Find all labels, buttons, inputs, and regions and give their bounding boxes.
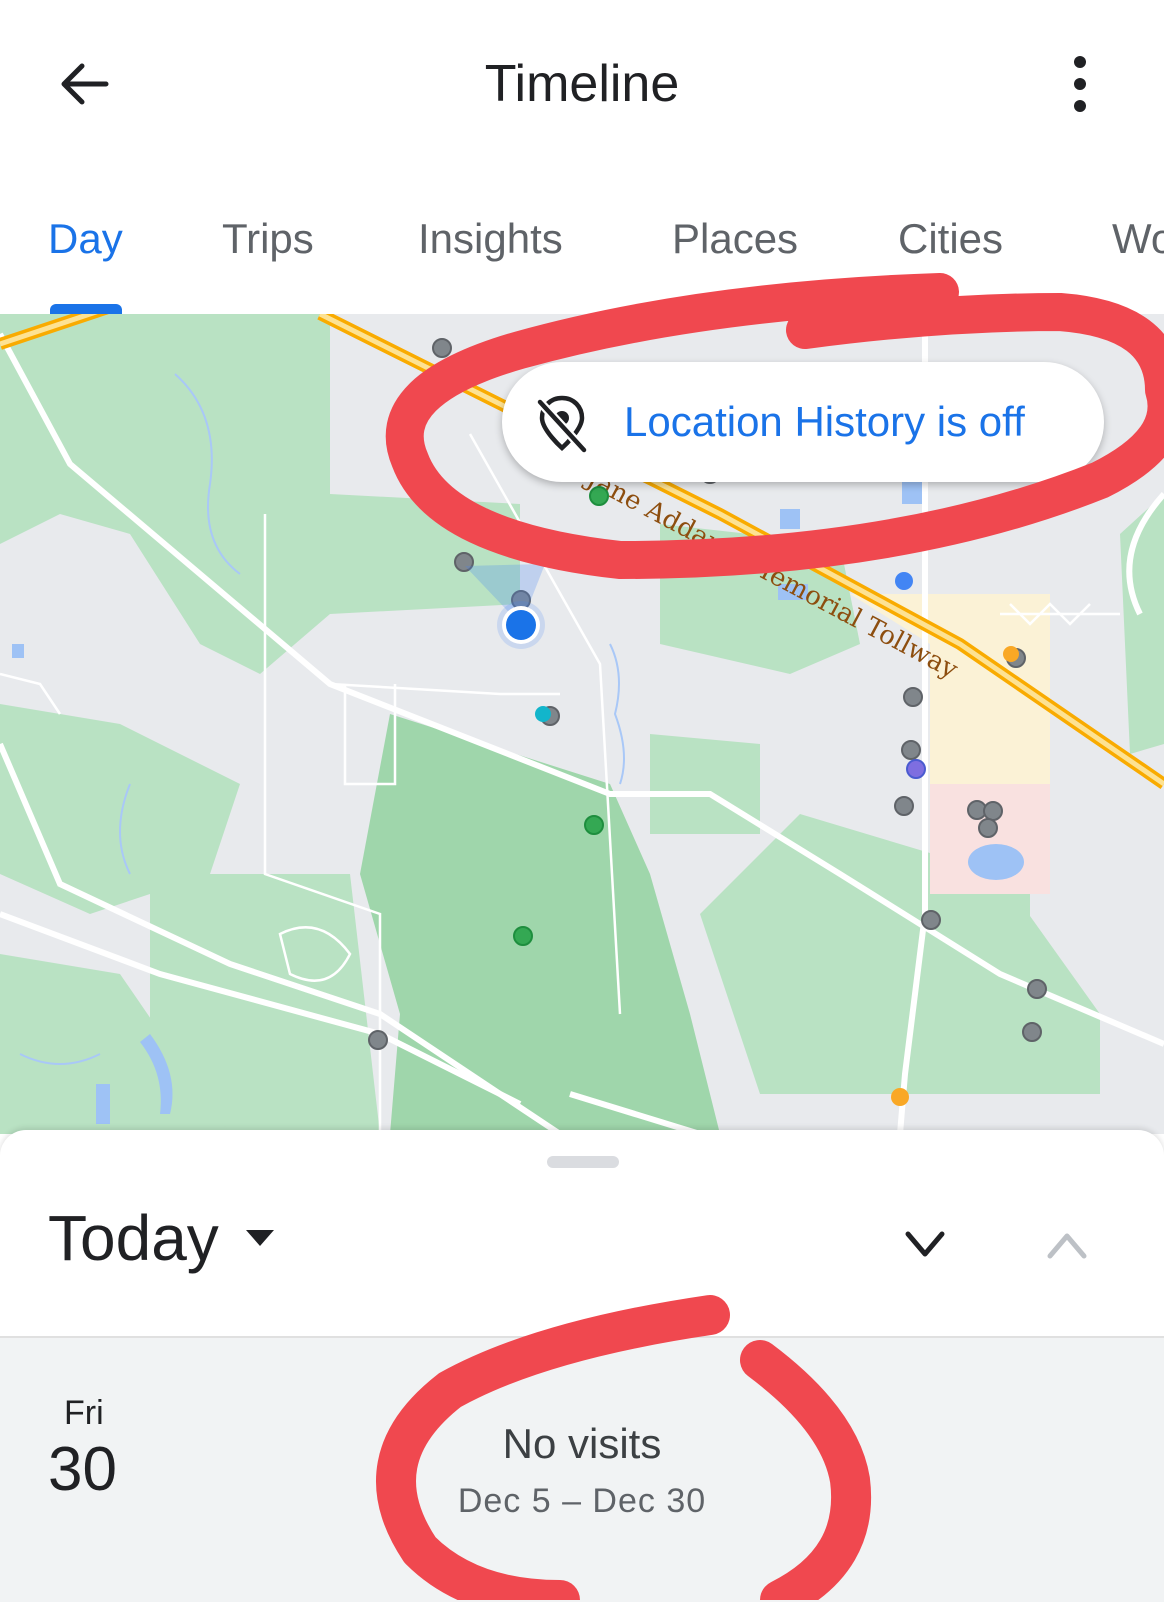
tab-bar: Day Trips Insights Places Cities Wo — [0, 190, 1164, 316]
location-off-icon — [536, 395, 588, 454]
tab-trips[interactable]: Trips — [222, 214, 314, 264]
current-location-dot — [506, 610, 536, 640]
app-bar: Timeline — [0, 0, 1164, 170]
day-summary-row[interactable]: Fri 30 No visits Dec 5 – Dec 30 — [0, 1336, 1164, 1602]
visits-summary: No visits — [502, 1420, 662, 1467]
location-history-chip[interactable]: Location History is off — [502, 362, 1104, 482]
tab-day[interactable]: Day — [48, 214, 123, 264]
active-tab-indicator — [50, 304, 122, 314]
location-history-label: Location History is off — [624, 398, 1025, 445]
more-vertical-icon[interactable] — [1060, 52, 1100, 116]
page-title: Timeline — [484, 55, 680, 113]
drag-handle[interactable] — [547, 1156, 619, 1168]
period-selector[interactable]: Today — [48, 1198, 219, 1278]
dropdown-arrow-icon[interactable] — [244, 1226, 276, 1250]
tab-insights[interactable]: Insights — [418, 214, 563, 264]
date-range: Dec 5 – Dec 30 — [457, 1482, 707, 1520]
tab-cities[interactable]: Cities — [898, 214, 1003, 264]
bottom-sheet: Today Fri 30 No visits Dec 5 – Dec 30 — [0, 1130, 1164, 1602]
chevron-up-icon[interactable] — [1042, 1226, 1092, 1266]
tab-world[interactable]: Wo — [1112, 214, 1164, 264]
tab-places[interactable]: Places — [672, 214, 798, 264]
chevron-down-icon[interactable] — [900, 1226, 950, 1266]
